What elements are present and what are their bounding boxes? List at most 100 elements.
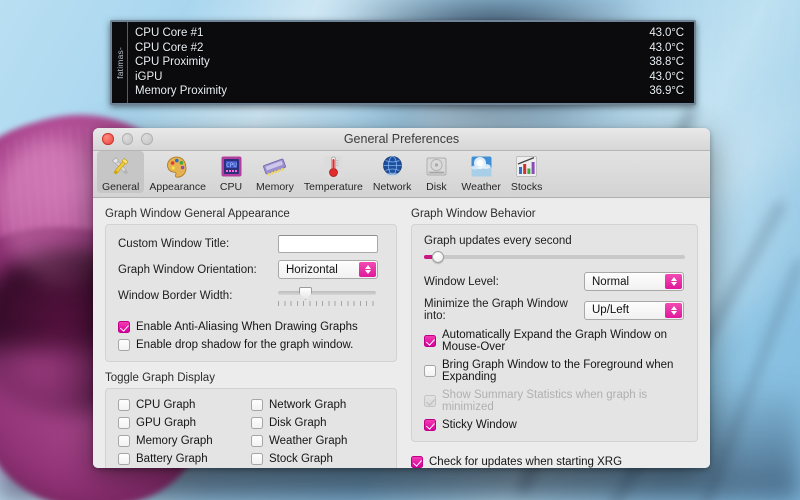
slider-ticks — [278, 301, 376, 306]
checkbox-label: Network Graph — [269, 399, 347, 411]
palette-icon — [164, 153, 191, 180]
checkbox-box[interactable] — [424, 365, 436, 377]
checkbox-auto-expand[interactable]: Automatically Expand the Graph Window on… — [424, 329, 685, 353]
slider-thumb[interactable] — [298, 287, 312, 300]
checkbox-bring-to-foreground[interactable]: Bring Graph Window to the Foreground whe… — [424, 359, 685, 383]
checkbox-box — [424, 395, 436, 407]
toolbar-item-temperature[interactable]: Temperature — [299, 151, 368, 193]
sensor-value: 36.9°C — [649, 85, 684, 98]
preferences-content: Graph Window General Appearance Custom W… — [93, 198, 710, 468]
appearance-group-title: Graph Window General Appearance — [105, 208, 290, 220]
toggle-grid: CPU Graph GPU Graph Memory Graph Battery… — [118, 399, 384, 468]
orientation-value: Horizontal — [286, 263, 338, 276]
checkbox-box[interactable] — [251, 435, 263, 447]
checkbox-box[interactable] — [118, 321, 130, 333]
checkbox-box[interactable] — [251, 399, 263, 411]
toolbar-label: CPU — [219, 181, 243, 193]
appearance-groupbox: Custom Window Title: Graph Window Orient… — [105, 224, 397, 362]
checkbox-sticky-window[interactable]: Sticky Window — [424, 419, 685, 431]
behavior-groupbox: Graph updates every second Window Level:… — [411, 224, 698, 442]
toolbar-item-cpu[interactable]: CPU CPU — [211, 151, 251, 193]
toolbar-item-stocks[interactable]: Stocks — [506, 151, 548, 193]
checkbox-box[interactable] — [251, 453, 263, 465]
sensor-label: iGPU — [135, 70, 163, 83]
toolbar-item-network[interactable]: Network — [368, 151, 417, 193]
checkbox-cpu-graph[interactable]: CPU Graph — [118, 399, 251, 411]
toolbar-label: Stocks — [510, 181, 543, 193]
orientation-label: Graph Window Orientation: — [118, 263, 257, 276]
window-title: General Preferences — [343, 132, 460, 146]
checkbox-box[interactable] — [118, 417, 130, 429]
slider-thumb[interactable] — [431, 251, 444, 263]
checkbox-box[interactable] — [424, 335, 436, 347]
checkbox-check-for-updates[interactable]: Check for updates when starting XRG — [411, 456, 698, 468]
toolbar-label: Memory — [256, 181, 294, 193]
checkbox-show-summary-statistics: Show Summary Statistics when graph is mi… — [424, 389, 685, 413]
toolbar-item-disk[interactable]: Disk — [416, 151, 456, 193]
custom-window-title-row: Custom Window Title: — [118, 235, 384, 253]
border-width-label: Window Border Width: — [118, 290, 233, 302]
toolbar-item-weather[interactable]: Weather — [456, 151, 506, 193]
checkbox-weather-graph[interactable]: Weather Graph — [251, 435, 384, 447]
checkbox-box[interactable] — [118, 435, 130, 447]
window-level-popup-button[interactable]: Normal — [584, 272, 684, 291]
custom-window-title-input[interactable] — [278, 235, 378, 253]
window-level-row: Window Level: Normal — [424, 272, 685, 291]
checkbox-gpu-graph[interactable]: GPU Graph — [118, 417, 251, 429]
checkbox-label: Automatically Expand the Graph Window on… — [442, 329, 668, 353]
widget-sensor-list: CPU Core #1 43.0°C CPU Core #2 43.0°C CP… — [128, 22, 694, 103]
checkbox-label: Sticky Window — [442, 419, 517, 431]
hard-disk-icon — [423, 153, 450, 180]
checkbox-network-graph[interactable]: Network Graph — [251, 399, 384, 411]
sensor-value: 38.8°C — [649, 56, 684, 69]
toolbar-item-general[interactable]: General — [97, 151, 145, 193]
sensor-label: Memory Proximity — [135, 85, 228, 98]
checkbox-memory-graph[interactable]: Memory Graph — [118, 435, 251, 447]
toolbar-item-memory[interactable]: Memory — [251, 151, 299, 193]
right-column: Graph Window Behavior Graph updates ever… — [411, 208, 698, 468]
sensor-value: 43.0°C — [649, 41, 684, 54]
checkbox-anti-aliasing[interactable]: Enable Anti-Aliasing When Drawing Graphs — [118, 321, 384, 333]
checkbox-label: Show Summary Statistics when graph is mi… — [442, 389, 648, 413]
checkbox-box[interactable] — [251, 417, 263, 429]
sensor-row: CPU Core #2 43.0°C — [135, 41, 684, 56]
chevron-updown-icon — [665, 302, 682, 318]
toolbar-label: Network — [372, 181, 412, 193]
update-interval-slider[interactable] — [424, 250, 685, 264]
toolbar-label: Appearance — [149, 181, 206, 193]
border-width-row: Window Border Width: — [118, 286, 384, 306]
sensor-label: CPU Core #2 — [135, 41, 204, 54]
window-titlebar[interactable]: General Preferences — [93, 128, 710, 151]
checkbox-label: Enable drop shadow for the graph window. — [136, 339, 354, 351]
thermometer-icon — [320, 153, 347, 180]
weather-sky-icon — [468, 153, 495, 180]
sensor-row: CPU Proximity 38.8°C — [135, 55, 684, 70]
orientation-popup-button[interactable]: Horizontal — [278, 260, 378, 279]
bar-chart-icon — [513, 153, 540, 180]
toolbar-item-appearance[interactable]: Appearance — [144, 151, 211, 193]
checkbox-box[interactable] — [118, 453, 130, 465]
xrg-monitor-widget[interactable]: fatimas- CPU Core #1 43.0°C CPU Core #2 … — [110, 20, 696, 105]
checkbox-label: Weather Graph — [269, 435, 348, 447]
checkbox-label: CPU Graph — [136, 399, 196, 411]
checkbox-box[interactable] — [411, 456, 423, 468]
minimize-into-popup-button[interactable]: Up/Left — [584, 300, 684, 320]
checkbox-stock-graph[interactable]: Stock Graph — [251, 453, 384, 465]
border-width-slider[interactable] — [278, 286, 376, 306]
orientation-row: Graph Window Orientation: Horizontal — [118, 260, 384, 279]
window-level-label: Window Level: — [424, 275, 499, 288]
toggle-column-b: Network Graph Disk Graph Weather Graph S… — [251, 399, 384, 468]
window-level-value: Normal — [592, 275, 630, 288]
checkbox-disk-graph[interactable]: Disk Graph — [251, 417, 384, 429]
checkbox-drop-shadow[interactable]: Enable drop shadow for the graph window. — [118, 339, 384, 351]
checkbox-battery-graph[interactable]: Battery Graph — [118, 453, 251, 465]
sensor-row: iGPU 43.0°C — [135, 70, 684, 85]
toggle-column-a: CPU Graph GPU Graph Memory Graph Battery… — [118, 399, 251, 468]
checkbox-box[interactable] — [118, 339, 130, 351]
checkbox-box[interactable] — [118, 399, 130, 411]
toggle-groupbox: CPU Graph GPU Graph Memory Graph Battery… — [105, 388, 397, 468]
checkbox-box[interactable] — [424, 419, 436, 431]
memory-stick-icon — [261, 153, 288, 180]
left-column: Graph Window General Appearance Custom W… — [105, 208, 397, 468]
sensor-value: 43.0°C — [649, 70, 684, 83]
